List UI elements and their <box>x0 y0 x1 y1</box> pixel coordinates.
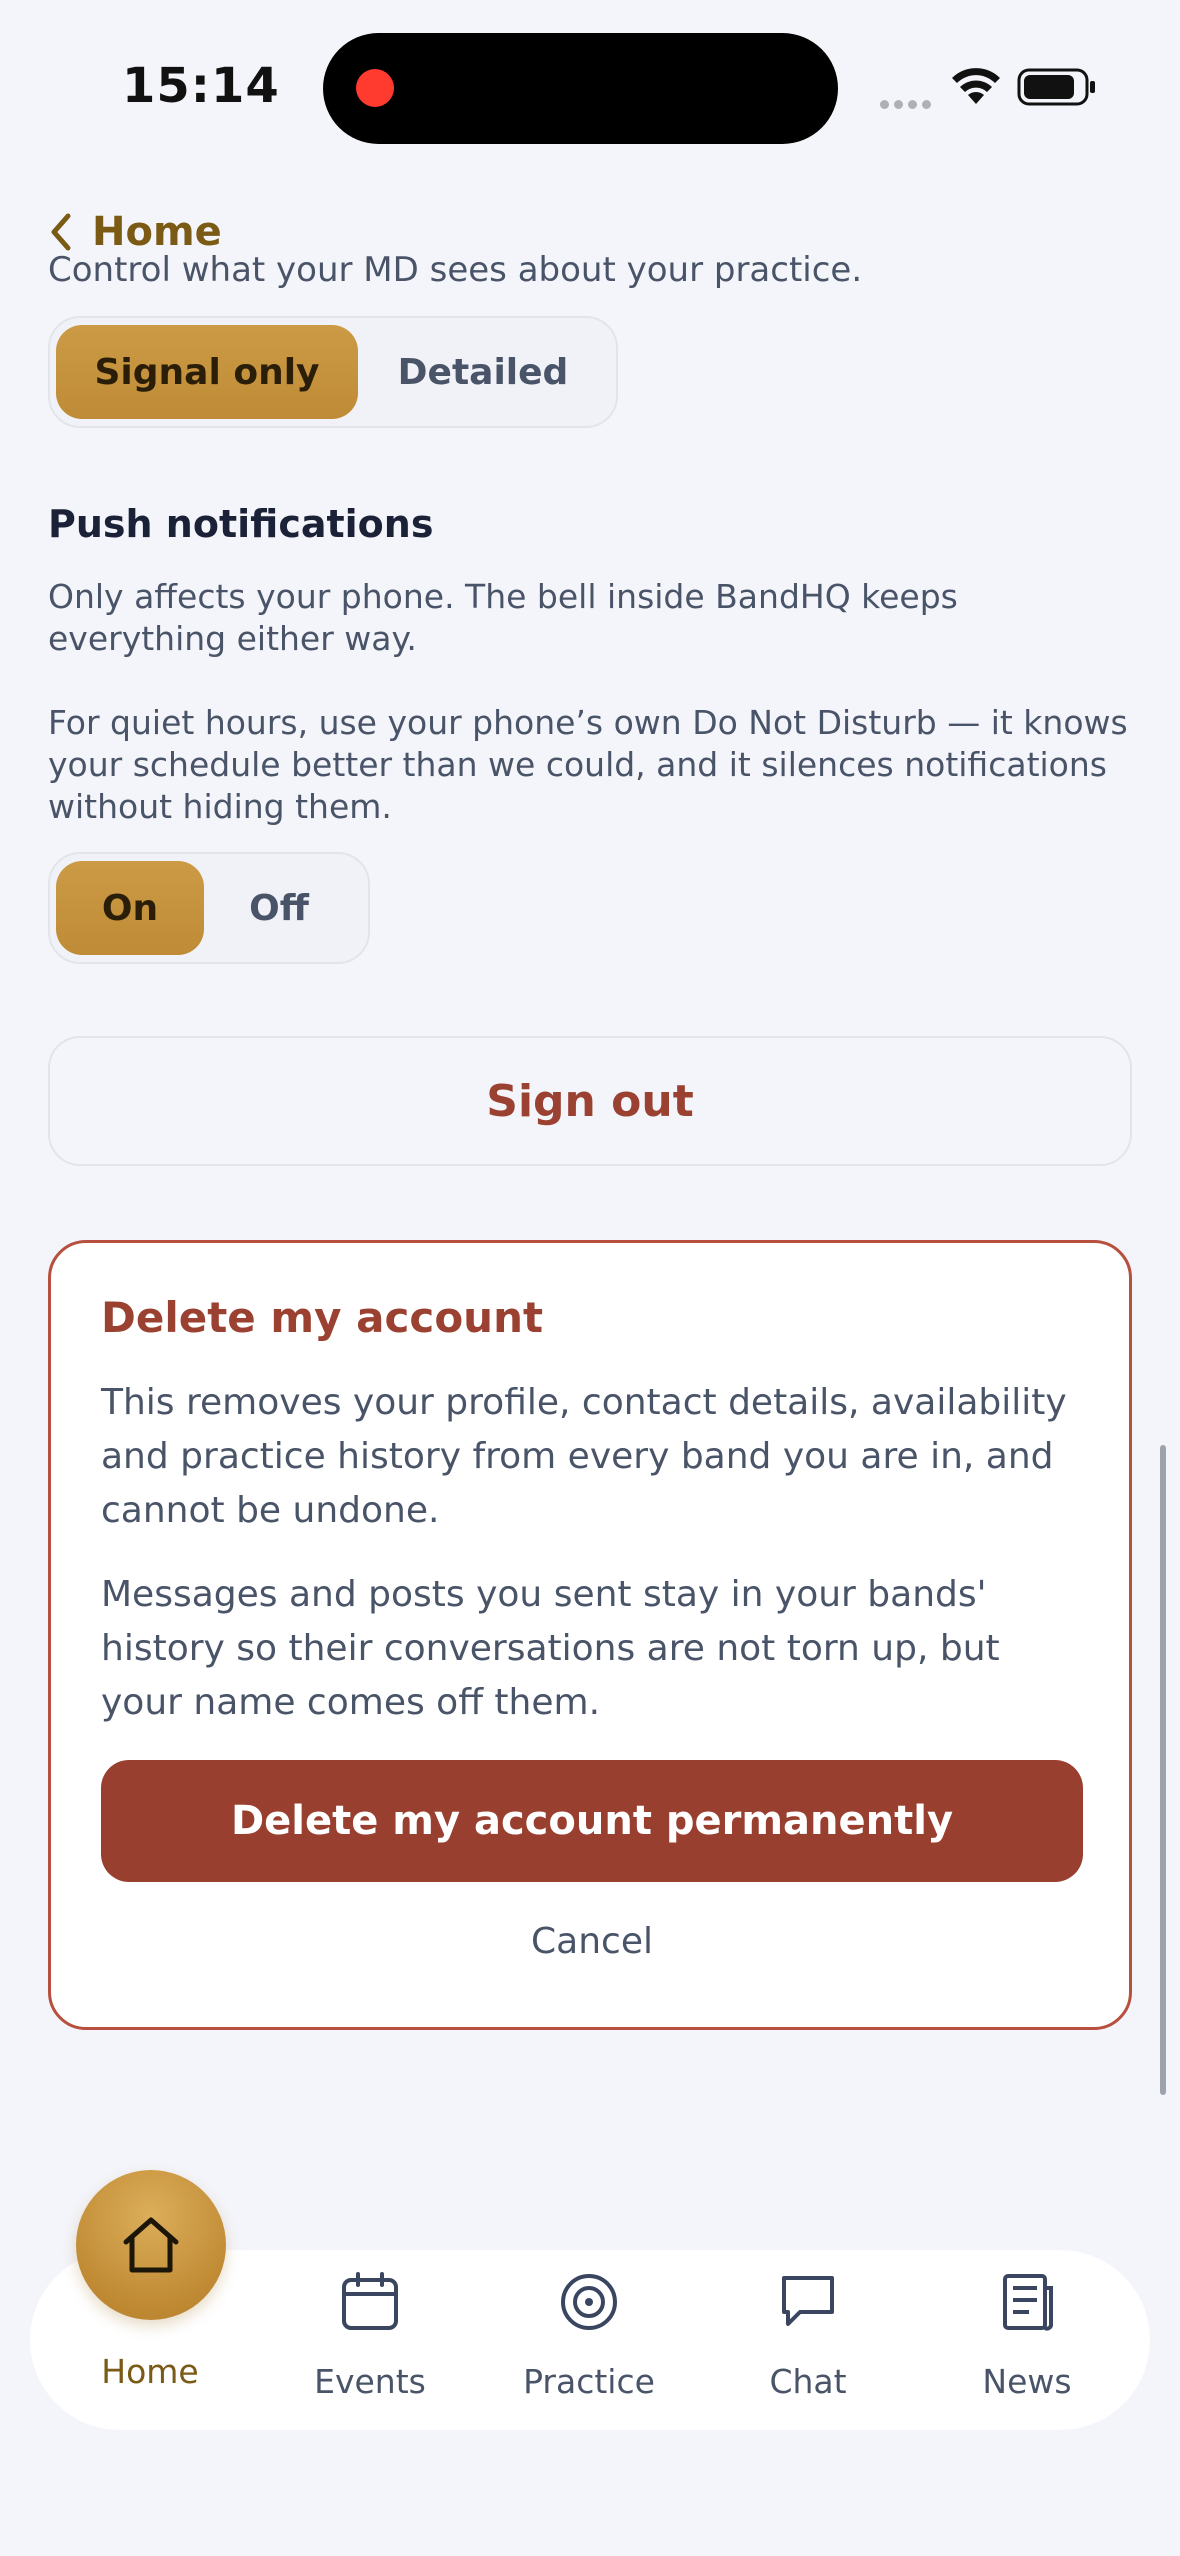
push-toggle: On Off <box>48 852 370 964</box>
tab-news[interactable]: News <box>927 2270 1127 2401</box>
tab-chat-label: Chat <box>769 2362 847 2401</box>
tab-home-button[interactable] <box>76 2170 226 2320</box>
dynamic-island <box>323 33 838 144</box>
delete-account-title: Delete my account <box>101 1293 544 1342</box>
cancel-button[interactable]: Cancel <box>101 1921 1083 1962</box>
delete-warning-text: This removes your profile, contact detai… <box>101 1382 1067 1531</box>
recording-indicator-icon <box>356 69 394 107</box>
back-label: Home <box>92 209 222 255</box>
calendar-icon <box>342 2272 398 2330</box>
push-notifications-heading: Push notifications <box>48 502 434 546</box>
option-on[interactable]: On <box>56 861 204 955</box>
target-icon <box>561 2274 617 2330</box>
tab-home-label: Home <box>101 2352 199 2391</box>
option-off[interactable]: Off <box>204 861 354 955</box>
cellular-signal-icon <box>880 94 936 109</box>
tab-events[interactable]: Events <box>270 2270 470 2401</box>
option-detailed[interactable]: Detailed <box>358 325 608 419</box>
chat-bubble-icon <box>782 2276 834 2326</box>
sign-out-button[interactable]: Sign out <box>48 1036 1132 1166</box>
option-signal-only[interactable]: Signal only <box>56 325 358 419</box>
battery-icon <box>1017 68 1095 106</box>
delete-messages-note: Messages and posts you sent stay in your… <box>101 1574 1000 1723</box>
scrollbar[interactable] <box>1160 1445 1166 2095</box>
tab-news-label: News <box>982 2362 1072 2401</box>
push-description: Only affects your phone. The bell inside… <box>48 577 958 658</box>
status-time: 15:14 <box>122 58 280 114</box>
wifi-icon <box>952 68 1000 104</box>
tab-events-label: Events <box>314 2362 426 2401</box>
delete-account-permanently-button[interactable]: Delete my account permanently <box>101 1760 1083 1882</box>
tab-home[interactable]: Home <box>50 2352 250 2391</box>
md-visibility-toggle: Signal only Detailed <box>48 316 618 428</box>
tab-practice[interactable]: Practice <box>489 2270 689 2401</box>
chevron-left-icon <box>51 213 71 251</box>
home-icon <box>123 2217 179 2273</box>
newspaper-icon <box>1003 2274 1053 2331</box>
delete-account-card: Delete my account This removes your prof… <box>48 1240 1132 2030</box>
md-visibility-description: Control what your MD sees about your pra… <box>48 250 863 290</box>
quiet-hours-description: For quiet hours, use your phone’s own Do… <box>48 703 1128 826</box>
tab-practice-label: Practice <box>523 2362 655 2401</box>
tab-chat[interactable]: Chat <box>708 2270 908 2401</box>
